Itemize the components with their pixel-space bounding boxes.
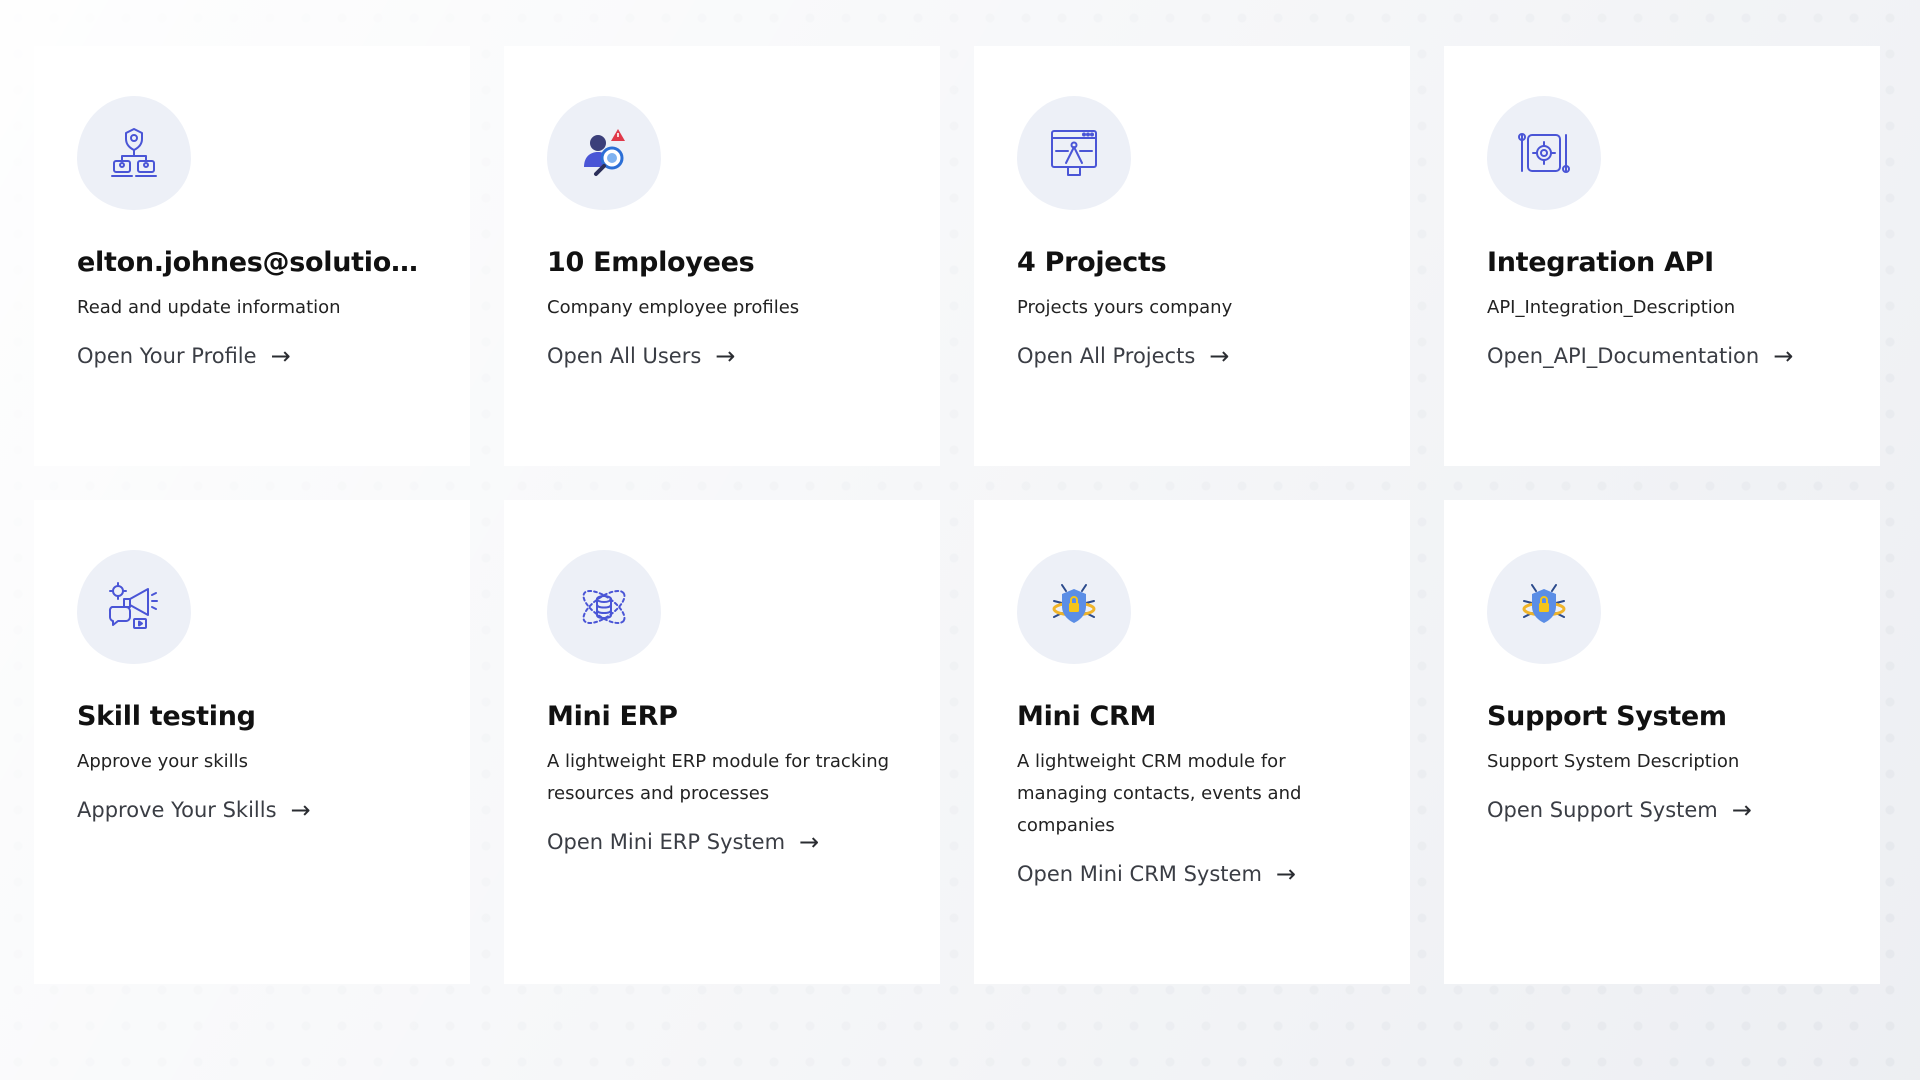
card-title: Mini CRM	[1017, 701, 1157, 732]
card-description: API_Integration_Description	[1487, 297, 1736, 318]
link-label: Open Your Profile	[77, 344, 257, 368]
card-title: 10 Employees	[547, 247, 755, 278]
open-all-users-link[interactable]: Open All Users →	[547, 344, 735, 368]
link-label: Open_API_Documentation	[1487, 344, 1760, 368]
link-label: Open Mini CRM System	[1017, 862, 1262, 886]
project-design-icon	[1017, 96, 1131, 210]
open-support-system-link[interactable]: Open Support System →	[1487, 798, 1752, 822]
card-title: 4 Projects	[1017, 247, 1167, 278]
open-api-documentation-link[interactable]: Open_API_Documentation →	[1487, 344, 1793, 368]
open-all-projects-link[interactable]: Open All Projects →	[1017, 344, 1229, 368]
mini-crm-card: Mini CRM A lightweight CRM module for ma…	[974, 500, 1410, 984]
database-orbit-icon	[547, 550, 661, 664]
skill-megaphone-icon	[77, 550, 191, 664]
open-mini-crm-link[interactable]: Open Mini CRM System →	[1017, 862, 1296, 886]
employees-card: 10 Employees Company employee profiles O…	[504, 46, 940, 466]
approve-skills-link[interactable]: Approve Your Skills →	[77, 798, 311, 822]
arrow-right-icon: →	[1275, 860, 1297, 888]
arrow-right-icon: →	[715, 342, 736, 370]
card-description: Read and update information	[77, 297, 341, 318]
support-system-card: Support System Support System Descriptio…	[1444, 500, 1880, 984]
profile-card: elton.johnes@solution.... Read and updat…	[34, 46, 470, 466]
card-title: Integration API	[1487, 247, 1714, 278]
crm-shield-bug-icon	[1017, 550, 1131, 664]
card-description: Projects yours company	[1017, 297, 1233, 318]
card-title: Mini ERP	[547, 701, 678, 732]
skill-testing-card: Skill testing Approve your skills Approv…	[34, 500, 470, 984]
arrow-right-icon: →	[799, 828, 820, 856]
link-label: Open All Users	[547, 344, 702, 368]
arrow-right-icon: →	[1731, 796, 1752, 824]
projects-card: 4 Projects Projects yours company Open A…	[974, 46, 1410, 466]
card-description: Approve your skills	[77, 751, 249, 772]
card-description: A lightweight CRM module for managing co…	[1017, 751, 1302, 836]
card-title: elton.johnes@solution....	[77, 247, 428, 278]
integration-gear-icon	[1487, 96, 1601, 210]
open-mini-erp-link[interactable]: Open Mini ERP System →	[547, 830, 819, 854]
profile-network-icon	[77, 96, 191, 210]
arrow-right-icon: →	[1773, 342, 1794, 370]
employee-search-icon	[547, 96, 661, 210]
arrow-right-icon: →	[1209, 342, 1230, 370]
link-label: Open All Projects	[1017, 344, 1196, 368]
arrow-right-icon: →	[290, 796, 311, 824]
card-title: Support System	[1487, 701, 1727, 732]
mini-erp-card: Mini ERP A lightweight ERP module for tr…	[504, 500, 940, 984]
link-label: Open Mini ERP System	[547, 830, 786, 854]
card-description: Support System Description	[1487, 751, 1740, 772]
integration-api-card: Integration API API_Integration_Descript…	[1444, 46, 1880, 466]
link-label: Open Support System	[1487, 798, 1718, 822]
open-profile-link[interactable]: Open Your Profile →	[77, 344, 291, 368]
support-shield-bug-icon	[1487, 550, 1601, 664]
link-label: Approve Your Skills	[77, 798, 277, 822]
dashboard-card-grid: elton.johnes@solution.... Read and updat…	[34, 46, 1880, 984]
arrow-right-icon: →	[270, 342, 291, 370]
card-title: Skill testing	[77, 701, 256, 732]
card-description: A lightweight ERP module for tracking re…	[547, 751, 890, 804]
card-description: Company employee profiles	[547, 297, 800, 318]
